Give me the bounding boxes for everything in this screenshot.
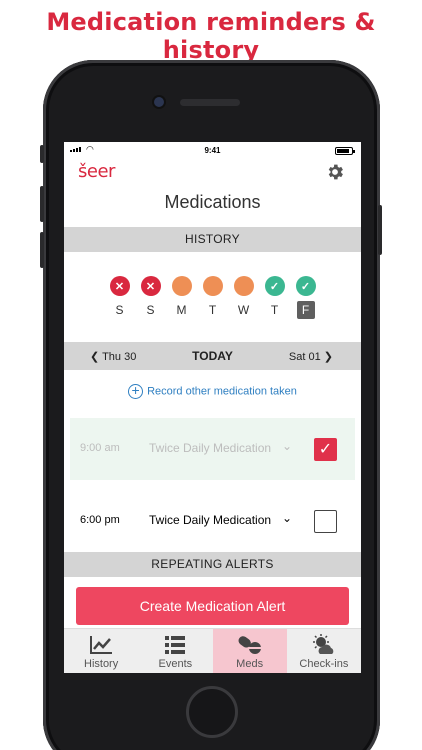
missed-icon: ✕ bbox=[140, 276, 161, 296]
next-day-button[interactable]: Sat 01 ❯ bbox=[289, 350, 333, 363]
dose-time: 9:00 am bbox=[80, 442, 120, 454]
seer-logo: šeer bbox=[78, 161, 115, 182]
medication-row: 9:00 am Twice Daily Medication ⌄ ✓ bbox=[70, 418, 355, 480]
plus-circle-icon: + bbox=[128, 383, 144, 399]
app-header: šeer bbox=[64, 159, 361, 185]
weather-icon bbox=[312, 634, 334, 654]
tab-meds[interactable]: Meds bbox=[212, 629, 287, 673]
history-day[interactable]: ✕ S bbox=[109, 276, 130, 342]
battery-icon bbox=[335, 147, 355, 155]
history-day-current[interactable]: ✓ F bbox=[295, 276, 316, 342]
medication-name[interactable]: Twice Daily Medication bbox=[149, 441, 271, 455]
medication-row: 6:00 pm Twice Daily Medication ⌄ bbox=[64, 490, 361, 552]
tab-events[interactable]: Events bbox=[138, 629, 212, 673]
chevron-right-icon: ❯ bbox=[323, 351, 333, 363]
mute-switch bbox=[40, 145, 44, 163]
partial-dose-icon bbox=[171, 276, 192, 296]
history-day[interactable]: W bbox=[233, 276, 254, 342]
dose-time: 6:00 pm bbox=[80, 514, 120, 526]
day-label-current: F bbox=[296, 301, 315, 319]
tab-history[interactable]: History bbox=[64, 629, 138, 673]
date-navigator: ❮ Thu 30 TODAY Sat 01 ❯ bbox=[64, 342, 361, 370]
taken-checkbox[interactable]: ✓ bbox=[314, 438, 337, 461]
front-camera bbox=[154, 97, 164, 107]
history-week: ✕ S ✕ S M T W ✓ T ✓ F bbox=[64, 252, 361, 342]
list-icon bbox=[165, 636, 186, 654]
taken-icon: ✓ bbox=[264, 276, 285, 296]
tab-label: History bbox=[84, 658, 119, 670]
history-day[interactable]: M bbox=[171, 276, 192, 342]
next-day-label: Sat 01 bbox=[288, 351, 321, 363]
day-label: T bbox=[270, 303, 279, 317]
record-other-medication-link[interactable]: + Record other medication taken bbox=[64, 370, 361, 418]
day-label: T bbox=[208, 303, 217, 317]
record-other-label: Record other medication taken bbox=[147, 385, 297, 398]
tab-label: Meds bbox=[236, 658, 264, 670]
home-button[interactable] bbox=[186, 686, 238, 738]
chevron-down-icon[interactable]: ⌄ bbox=[282, 511, 292, 525]
tab-label: Events bbox=[158, 658, 193, 670]
marketing-headline: Medication reminders & history bbox=[46, 8, 376, 64]
day-label: S bbox=[115, 303, 124, 317]
power-button bbox=[378, 205, 382, 255]
tab-label: Check-ins bbox=[299, 658, 349, 670]
missed-icon: ✕ bbox=[109, 276, 130, 296]
history-header: HISTORY bbox=[64, 227, 361, 252]
medication-name[interactable]: Twice Daily Medication bbox=[149, 513, 271, 527]
status-time: 9:41 bbox=[204, 146, 221, 155]
status-bar: ◠ 9:41 bbox=[64, 142, 361, 159]
repeating-alerts-header: REPEATING ALERTS bbox=[64, 552, 361, 577]
volume-down-button bbox=[40, 232, 44, 268]
day-label: M bbox=[176, 303, 187, 317]
volume-up-button bbox=[40, 186, 44, 222]
chevron-down-icon[interactable]: ⌄ bbox=[282, 439, 292, 453]
day-label: S bbox=[146, 303, 155, 317]
phone-screen: ◠ 9:41 šeer Medications HISTORY ✕ S ✕ S … bbox=[64, 142, 361, 673]
day-label: W bbox=[237, 303, 250, 317]
taken-checkbox[interactable] bbox=[314, 510, 337, 533]
chart-icon bbox=[90, 636, 113, 654]
tab-bar: History Events Meds Check-ins bbox=[64, 628, 361, 673]
page-title: Medications bbox=[164, 192, 261, 212]
create-medication-alert-button[interactable]: Create Medication Alert bbox=[76, 587, 349, 625]
partial-dose-icon bbox=[233, 276, 254, 296]
tab-check-ins[interactable]: Check-ins bbox=[287, 629, 361, 673]
pills-icon bbox=[238, 636, 261, 654]
partial-dose-icon bbox=[202, 276, 223, 296]
taken-icon: ✓ bbox=[295, 276, 316, 296]
history-day[interactable]: T bbox=[202, 276, 223, 342]
earpiece-speaker bbox=[180, 99, 240, 106]
gear-icon[interactable] bbox=[325, 162, 345, 182]
history-day[interactable]: ✕ S bbox=[140, 276, 161, 342]
history-day[interactable]: ✓ T bbox=[264, 276, 285, 342]
